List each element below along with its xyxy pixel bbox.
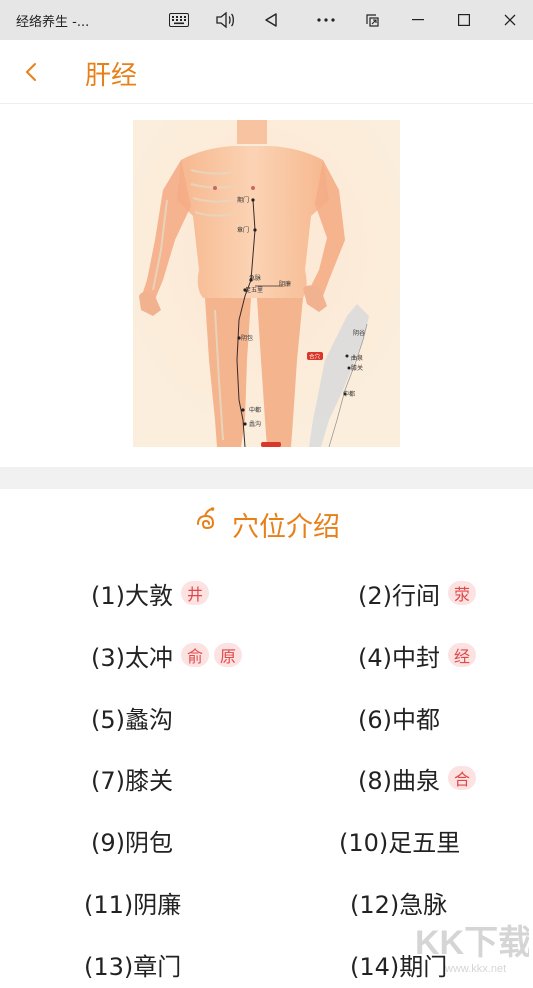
minimize-icon[interactable] [403,6,433,34]
keyboard-icon[interactable] [164,6,194,34]
acupoint-tag: 经 [448,643,476,667]
acupoint-tag: 合 [448,766,476,790]
label-hexue-badge: 合穴 [309,353,321,361]
acupoint-item[interactable]: (12)急脉 [350,885,447,919]
acupoint-item[interactable]: (6)中都 [358,700,440,734]
label-ligou: 蠡沟 [249,420,261,428]
acupoint-item[interactable]: (13)章门 [84,947,181,981]
site-watermark-logo: KK下载 www.kkx.net [411,916,532,976]
acupoint-name: (3)太冲 [91,643,173,672]
label-yinlian: 阴廉 [279,280,291,288]
section-divider [0,467,533,489]
watermark-url: www.kkx.net [444,963,506,975]
acupoint-item[interactable]: (2)行间 荥 [358,576,476,610]
label-zhongdu: 中都 [249,406,261,414]
acupoint-tag: 荥 [448,581,476,605]
acupoint-name: (4)中封 [358,643,440,672]
acupoint-name: (13)章门 [84,952,182,981]
label-zhangmen: 章门 [237,226,249,234]
acupoint-tag: 俞 [181,643,209,667]
swirl-ornament-icon [193,506,219,540]
acupoint-name: (5)蠡沟 [91,705,173,734]
acupoint-tag: 原 [214,643,242,667]
page-title: 肝经 [85,61,138,91]
acupoint-item[interactable]: (1)大敦 井 [91,576,209,610]
chevron-left-icon [26,63,36,81]
label-zhongdu-inset: 中都 [343,390,355,398]
acupoint-name: (6)中都 [358,705,440,734]
acupoint-item[interactable]: (7)膝关 [91,761,173,795]
acupoint-name: (1)大敦 [91,581,173,610]
window-title: 经络养生 -... [16,15,90,30]
acupoint-item[interactable]: (8)曲泉 合 [358,761,476,795]
label-zuwuli: 足五里 [245,287,263,294]
acupoint-name: (8)曲泉 [358,766,440,795]
label-qimen: 期门 [237,196,249,204]
restore-window-icon[interactable] [357,6,387,34]
meridian-figure-area: 期门 章门 急脉 足五里 阴廉 阴包 中都 蠡沟 合穴 阴谷 曲泉 膝关 中都 [0,105,533,467]
more-icon[interactable] [311,6,341,34]
acupoint-item[interactable]: (4)中封 经 [358,638,476,672]
label-xiguan: 膝关 [351,364,363,372]
meridian-body-image[interactable]: 期门 章门 急脉 足五里 阴廉 阴包 中都 蠡沟 合穴 阴谷 曲泉 膝关 中都 [133,120,400,447]
maximize-icon[interactable] [449,6,479,34]
label-jimai: 急脉 [249,274,261,282]
acupoint-item[interactable]: (9)阴包 [91,823,173,857]
label-yinbao: 阴包 [241,334,253,342]
acupoint-name: (9)阴包 [91,828,173,857]
acupoint-item[interactable]: (5)蠡沟 [91,700,173,734]
acupoint-item[interactable]: (11)阴廉 [84,885,181,919]
speaker-icon[interactable] [210,6,240,34]
back-button[interactable] [18,58,44,86]
app-header: 肝经 [0,40,533,104]
acupoint-item[interactable]: (10)足五里 [339,823,460,857]
close-icon[interactable] [495,6,525,34]
acupoint-name: (2)行间 [358,581,440,610]
back-triangle-icon[interactable] [256,6,286,34]
acupoint-name: (7)膝关 [91,766,173,795]
acupoint-name: (10)足五里 [339,828,461,857]
section-title: 穴位介绍 [232,512,340,543]
label-ququan: 曲泉 [351,354,363,362]
label-yingu: 阴谷 [353,329,365,337]
acupoint-section-header: 穴位介绍 [0,500,533,550]
acupoint-tag: 井 [181,581,209,605]
acupoint-name: (11)阴廉 [84,890,182,919]
acupoint-item[interactable]: (3)太冲 俞 原 [91,638,242,672]
acupoint-name: (12)急脉 [350,890,448,919]
window-titlebar: 经络养生 -... [0,0,533,40]
watermark-text: KK下载 [415,924,529,962]
